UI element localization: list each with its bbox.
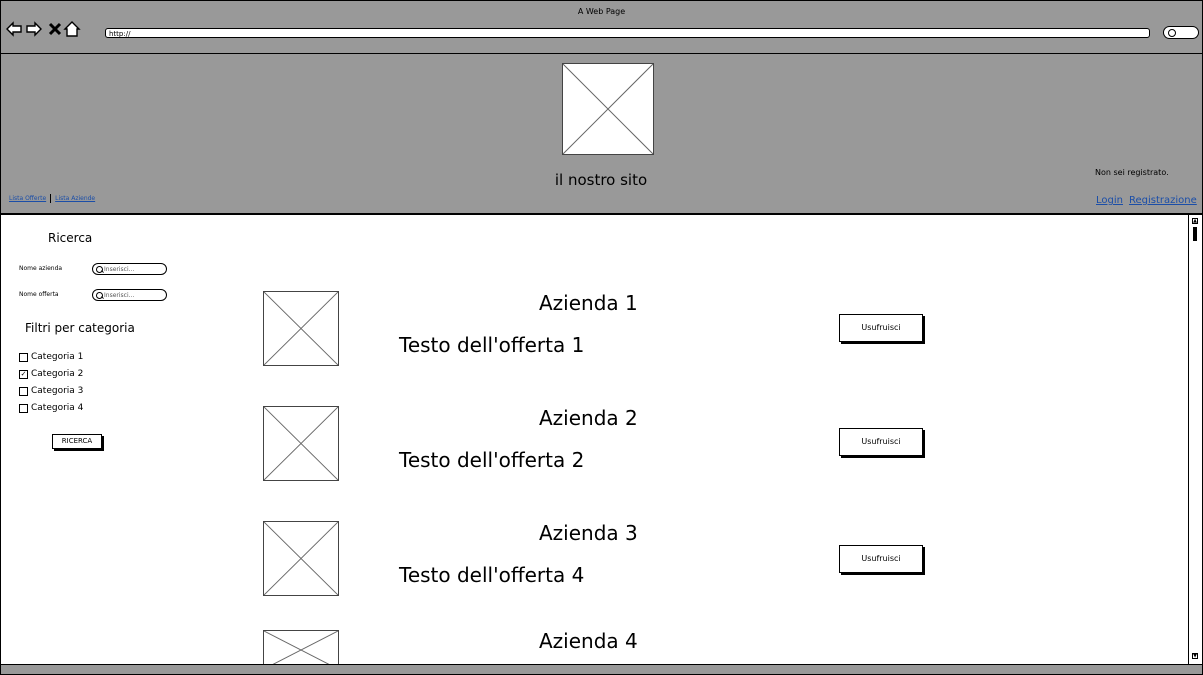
category-label: Categoria 4	[31, 403, 84, 413]
offer-text: Testo dell'offerta 2	[399, 448, 585, 472]
checkbox[interactable]	[19, 352, 28, 362]
offer-image-placeholder	[263, 406, 339, 481]
nav-link-lista-aziende[interactable]: Lista Aziende	[55, 195, 95, 202]
page-content: Ricerca Nome azienda Inserisci... Nome o…	[1, 215, 1187, 664]
company-name-placeholder: Inserisci...	[104, 266, 135, 273]
category-checkbox-3[interactable]: Categoria 3	[19, 386, 83, 396]
search-icon	[96, 292, 103, 299]
vertical-scrollbar[interactable]: ▲ ▼	[1188, 215, 1202, 664]
checkbox[interactable]	[19, 403, 28, 413]
back-arrow-icon[interactable]	[5, 19, 23, 39]
search-icon	[1168, 29, 1176, 37]
logo-placeholder	[562, 63, 654, 155]
offer-use-button[interactable]: Usufruisci	[839, 428, 923, 456]
browser-window: A Web Page http:// il nostro sito Lista …	[0, 0, 1203, 675]
main-nav: Lista Offerte Lista Aziende	[9, 194, 95, 203]
offer-company-name: Azienda 1	[539, 291, 638, 315]
offer-name-label: Nome offerta	[19, 291, 59, 298]
scrollbar-thumb[interactable]	[1193, 227, 1197, 241]
offer-use-button[interactable]: Usufruisci	[839, 314, 923, 342]
offer-company-name: Azienda 2	[539, 406, 638, 430]
offer-name-input[interactable]: Inserisci...	[92, 289, 167, 301]
offer-image-placeholder	[263, 630, 339, 664]
checkbox-checked[interactable]: ✓	[19, 369, 28, 379]
offer-company-name: Azienda 4	[539, 629, 638, 653]
register-link[interactable]: Registrazione	[1129, 195, 1197, 206]
forward-arrow-icon[interactable]	[25, 19, 43, 39]
scroll-down-arrow-icon[interactable]: ▼	[1192, 653, 1198, 659]
search-icon	[96, 266, 103, 273]
offer-text: Testo dell'offerta 1	[399, 333, 585, 357]
company-name-input[interactable]: Inserisci...	[92, 263, 167, 275]
search-title: Ricerca	[48, 231, 93, 245]
category-checkbox-4[interactable]: Categoria 4	[19, 403, 83, 413]
category-filters-title: Filtri per categoria	[25, 321, 135, 335]
offer-text: Testo dell'offerta 4	[399, 563, 585, 587]
not-registered-text: Non sei registrato.	[1095, 168, 1169, 177]
category-checkbox-1[interactable]: Categoria 1	[19, 352, 83, 362]
site-title: il nostro sito	[554, 171, 648, 189]
browser-toolbar: A Web Page http://	[1, 1, 1202, 54]
offer-name-placeholder: Inserisci...	[104, 292, 135, 299]
window-title: A Web Page	[577, 7, 626, 16]
login-link[interactable]: Login	[1096, 195, 1123, 206]
browser-search-button[interactable]	[1163, 26, 1199, 39]
scroll-up-arrow-icon[interactable]: ▲	[1192, 218, 1198, 224]
offer-use-button[interactable]: Usufruisci	[839, 545, 923, 573]
company-name-label: Nome azienda	[19, 265, 63, 272]
nav-separator	[50, 194, 52, 203]
site-header: il nostro sito Lista Offerte Lista Aziend…	[1, 54, 1202, 215]
category-label: Categoria 3	[31, 386, 84, 396]
category-checkbox-2[interactable]: ✓ Categoria 2	[19, 369, 83, 379]
offer-image-placeholder	[263, 521, 339, 596]
nav-link-lista-offerte[interactable]: Lista Offerte	[9, 195, 46, 202]
address-bar[interactable]: http://	[105, 28, 1150, 38]
status-bar	[1, 664, 1202, 674]
close-icon[interactable]	[46, 19, 64, 39]
checkbox[interactable]	[19, 386, 28, 396]
auth-links: Login Registrazione	[1096, 195, 1197, 206]
category-label: Categoria 2	[31, 369, 84, 379]
home-icon[interactable]	[63, 19, 81, 39]
category-label: Categoria 1	[31, 352, 84, 362]
search-button[interactable]: RICERCA	[52, 434, 102, 449]
offer-image-placeholder	[263, 291, 339, 366]
offer-company-name: Azienda 3	[539, 521, 638, 545]
